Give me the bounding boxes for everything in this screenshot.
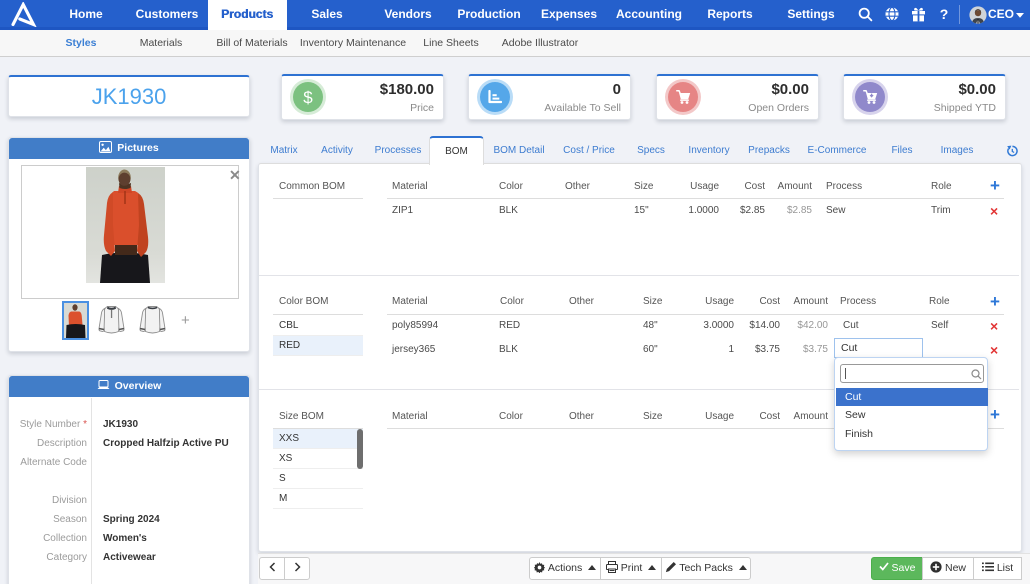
svg-text:$: $ [303, 88, 313, 107]
